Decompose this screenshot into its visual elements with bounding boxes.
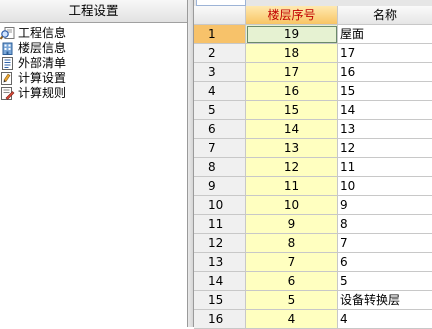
floor-name-cell[interactable]: 15 xyxy=(338,82,432,101)
row-number-cell[interactable]: 3 xyxy=(194,63,246,82)
floor-order-cell[interactable]: 16 xyxy=(246,82,338,101)
table-row[interactable]: 16 4 4 xyxy=(194,310,432,329)
floor-order-cell[interactable]: 9 xyxy=(246,215,338,234)
floor-order-cell[interactable]: 12 xyxy=(246,158,338,177)
tree-item-project-info[interactable]: 工程信息 xyxy=(0,26,187,41)
table-row[interactable]: 13 7 6 xyxy=(194,253,432,272)
floor-order-cell[interactable]: 4 xyxy=(246,310,338,329)
tree-item-label: 工程信息 xyxy=(18,26,67,40)
floor-order-cell[interactable]: 18 xyxy=(246,44,338,63)
tree-item-label: 外部清单 xyxy=(18,56,67,70)
floor-order-cell[interactable]: 11 xyxy=(246,177,338,196)
floor-name-cell[interactable]: 10 xyxy=(338,177,432,196)
floor-order-cell[interactable]: 8 xyxy=(246,234,338,253)
table-row[interactable]: 2 18 17 xyxy=(194,44,432,63)
settings-icon xyxy=(1,72,12,85)
row-number-cell[interactable]: 5 xyxy=(194,101,246,120)
table-row[interactable]: 11 9 8 xyxy=(194,215,432,234)
tree-item-label: 计算设置 xyxy=(18,71,67,85)
project-settings-panel: 工程设置 工程信息 楼层信息 外部清单 计算设置 计算规则 xyxy=(0,0,188,327)
building-icon xyxy=(2,42,13,55)
floor-order-cell[interactable]: 6 xyxy=(246,272,338,291)
floor-order-cell[interactable]: 19 xyxy=(246,25,338,44)
row-number-cell[interactable]: 2 xyxy=(194,44,246,63)
row-number-cell[interactable]: 15 xyxy=(194,291,246,310)
floor-order-cell[interactable]: 10 xyxy=(246,196,338,215)
floor-name-cell[interactable]: 11 xyxy=(338,158,432,177)
list-doc-icon xyxy=(2,57,13,70)
floor-name-cell[interactable]: 13 xyxy=(338,120,432,139)
table-row[interactable]: 9 11 10 xyxy=(194,177,432,196)
panel-title: 工程设置 xyxy=(0,0,187,23)
table-row[interactable]: 1 19 屋面 xyxy=(194,25,432,44)
row-number-cell[interactable]: 11 xyxy=(194,215,246,234)
floor-name-cell[interactable]: 8 xyxy=(338,215,432,234)
settings-tree: 工程信息 楼层信息 外部清单 计算设置 计算规则 xyxy=(0,23,187,101)
row-number-cell[interactable]: 14 xyxy=(194,272,246,291)
tree-item-calc-rules[interactable]: 计算规则 xyxy=(0,86,187,101)
floor-order-cell[interactable]: 15 xyxy=(246,101,338,120)
floor-order-cell[interactable]: 14 xyxy=(246,120,338,139)
row-number-cell[interactable]: 7 xyxy=(194,139,246,158)
floor-name-cell[interactable]: 设备转换层 xyxy=(338,291,432,310)
row-number-cell[interactable]: 16 xyxy=(194,310,246,329)
table-row[interactable]: 6 14 13 xyxy=(194,120,432,139)
floor-name-cell[interactable]: 17 xyxy=(338,44,432,63)
floor-name-cell[interactable]: 5 xyxy=(338,272,432,291)
table-row[interactable]: 3 17 16 xyxy=(194,63,432,82)
table-row[interactable]: 10 10 9 xyxy=(194,196,432,215)
tree-item-calc-settings[interactable]: 计算设置 xyxy=(0,71,187,86)
floor-order-header[interactable]: 楼层序号 xyxy=(246,6,338,25)
tree-item-label: 计算规则 xyxy=(18,86,67,100)
grid-header-row: 楼层序号 名称 xyxy=(194,6,432,25)
tree-item-label: 楼层信息 xyxy=(18,41,67,55)
name-header[interactable]: 名称 xyxy=(338,6,432,25)
magnifier-doc-icon xyxy=(0,27,15,40)
table-row[interactable]: 4 16 15 xyxy=(194,82,432,101)
row-number-cell[interactable]: 13 xyxy=(194,253,246,272)
table-row[interactable]: 7 13 12 xyxy=(194,139,432,158)
floor-name-cell[interactable]: 4 xyxy=(338,310,432,329)
table-row[interactable]: 12 8 7 xyxy=(194,234,432,253)
rules-icon xyxy=(1,87,15,100)
table-row[interactable]: 15 5 设备转换层 xyxy=(194,291,432,310)
grid-body: 1 19 屋面 2 18 17 3 17 16 4 16 15 5 15 14 6 14 13 7 13 12 8 12 11… xyxy=(194,25,432,329)
floor-name-cell[interactable]: 7 xyxy=(338,234,432,253)
row-number-cell[interactable]: 9 xyxy=(194,177,246,196)
row-number-cell[interactable]: 12 xyxy=(194,234,246,253)
floor-name-cell[interactable]: 14 xyxy=(338,101,432,120)
floor-name-cell[interactable]: 9 xyxy=(338,196,432,215)
floor-order-cell[interactable]: 13 xyxy=(246,139,338,158)
floor-order-cell[interactable]: 5 xyxy=(246,291,338,310)
row-number-cell[interactable]: 6 xyxy=(194,120,246,139)
floor-grid: 楼层序号 名称 1 19 屋面 2 18 17 3 17 16 4 16 15 5 15 14 6 14 13 7 1… xyxy=(194,6,432,329)
table-row[interactable]: 14 6 5 xyxy=(194,272,432,291)
row-number-cell[interactable]: 8 xyxy=(194,158,246,177)
floor-name-cell[interactable]: 12 xyxy=(338,139,432,158)
floor-name-cell[interactable]: 屋面 xyxy=(338,25,432,44)
tree-item-external-list[interactable]: 外部清单 xyxy=(0,56,187,71)
table-row[interactable]: 5 15 14 xyxy=(194,101,432,120)
row-number-cell[interactable]: 1 xyxy=(194,25,246,44)
floor-name-cell[interactable]: 6 xyxy=(338,253,432,272)
row-number-cell[interactable]: 4 xyxy=(194,82,246,101)
floor-order-cell[interactable]: 7 xyxy=(246,253,338,272)
floor-name-cell[interactable]: 16 xyxy=(338,63,432,82)
table-row[interactable]: 8 12 11 xyxy=(194,158,432,177)
tree-item-floor-info[interactable]: 楼层信息 xyxy=(0,41,187,56)
row-number-cell[interactable]: 10 xyxy=(194,196,246,215)
row-number-header[interactable] xyxy=(194,6,246,25)
floor-order-cell[interactable]: 17 xyxy=(246,63,338,82)
